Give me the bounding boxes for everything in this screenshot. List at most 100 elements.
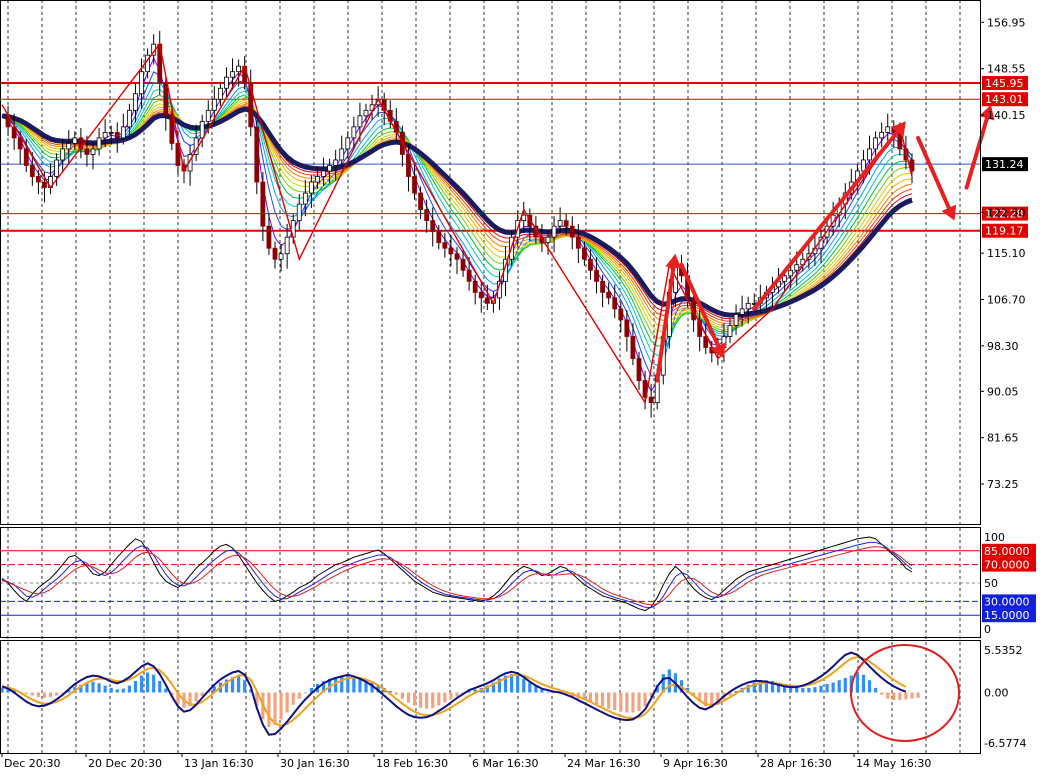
candle-up bbox=[788, 269, 794, 277]
macd-bar-negative bbox=[273, 692, 277, 725]
oscillator-panel: 85.000070.0000 30.000015.0000 bbox=[0, 536, 1036, 623]
candle-up bbox=[357, 115, 363, 128]
candle-down bbox=[466, 269, 472, 282]
candle-down bbox=[412, 176, 417, 194]
candle-up bbox=[139, 71, 144, 95]
candle-down bbox=[163, 82, 169, 117]
macd-bar-negative bbox=[449, 692, 453, 700]
candle-down bbox=[569, 225, 575, 238]
macd-bar-positive bbox=[109, 687, 113, 693]
candle-down bbox=[600, 280, 605, 293]
macd-bar-positive bbox=[97, 683, 101, 693]
macd-bar-negative bbox=[594, 692, 599, 705]
macd-bar-negative bbox=[892, 692, 896, 701]
macd-bar-negative bbox=[279, 692, 283, 720]
chart-canvas: 145.95143.01122.28119.17131.24 85.000070… bbox=[0, 0, 1036, 770]
macd-bar-positive bbox=[843, 677, 847, 693]
price-level-label: 143.01 bbox=[985, 93, 1024, 106]
candle-up bbox=[296, 203, 302, 222]
macd-bar-negative bbox=[419, 692, 423, 708]
panel-frame bbox=[0, 640, 981, 754]
macd-bar-negative bbox=[643, 692, 647, 707]
macd-bar-positive bbox=[121, 688, 125, 693]
candle-down bbox=[42, 181, 47, 188]
macd-bar-negative bbox=[631, 692, 635, 713]
oscillator-level-label: 30.0000 bbox=[984, 595, 1030, 608]
candle-down bbox=[606, 291, 612, 299]
candle-up bbox=[315, 176, 320, 183]
oscillator-tick-label: 100 bbox=[984, 531, 1005, 544]
macd-bar-positive bbox=[103, 685, 107, 693]
candle-down bbox=[618, 308, 624, 321]
candle-down bbox=[424, 209, 430, 222]
macd-bar-positive bbox=[528, 682, 532, 693]
price-level-label: 119.17 bbox=[985, 225, 1024, 238]
macd-tick-label: 0.00 bbox=[984, 686, 1009, 699]
macd-bar-positive bbox=[819, 685, 823, 693]
candle-up bbox=[60, 148, 66, 161]
candle-up bbox=[745, 302, 751, 310]
candle-down bbox=[442, 242, 448, 249]
trading-chart: 145.95 143.01 122.28 119.17 131.24 85.0000 70… bbox=[0, 0, 1040, 774]
macd-line bbox=[1, 651, 907, 736]
candle-up bbox=[54, 159, 59, 177]
macd-bar-negative bbox=[36, 692, 40, 698]
candle-up bbox=[867, 148, 872, 161]
candle-down bbox=[406, 154, 411, 177]
x-tick-label: 9 Apr 16:30 bbox=[663, 757, 728, 770]
macd-bar-positive bbox=[91, 681, 95, 693]
macd-bar-negative bbox=[898, 692, 902, 701]
x-tick-label: 24 Mar 16:30 bbox=[567, 757, 640, 770]
candle-up bbox=[284, 236, 290, 255]
x-tick-label: 28 Apr 16:30 bbox=[760, 757, 832, 770]
macd-tick-label: 5.5352 bbox=[984, 644, 1023, 657]
macd-bar-positive bbox=[867, 680, 872, 693]
axis-labels: 156.95 148.55 140.15 122.50 115.10 106.70 98.3… bbox=[1, 16, 1026, 770]
macd-bar-negative bbox=[437, 692, 441, 706]
candle-down bbox=[169, 115, 175, 144]
macd-bar-negative bbox=[625, 692, 629, 713]
macd-bar-negative bbox=[443, 692, 447, 703]
macd-bar-positive bbox=[837, 680, 841, 693]
macd-bar-negative bbox=[588, 692, 593, 702]
ma-ribbon-line bbox=[1, 82, 913, 367]
candle-up bbox=[794, 264, 800, 271]
candle-up bbox=[733, 313, 739, 326]
candle-up bbox=[351, 126, 357, 139]
y-tick-label: 90.05 bbox=[987, 385, 1019, 398]
oscillator-level-label: 85.0000 bbox=[984, 545, 1030, 558]
candle-down bbox=[23, 148, 29, 166]
macd-bar-negative bbox=[267, 692, 271, 728]
macd-bar-negative bbox=[613, 692, 617, 711]
candle-up bbox=[278, 253, 284, 260]
macd-bar-negative bbox=[30, 692, 34, 696]
macd-bar-positive bbox=[358, 678, 362, 693]
ma-ribbon bbox=[1, 57, 913, 392]
macd-bar-positive bbox=[831, 682, 835, 693]
macd-bar-negative bbox=[431, 692, 435, 708]
macd-bar-negative bbox=[24, 692, 28, 695]
macd-bar-negative bbox=[637, 692, 641, 711]
candle-up bbox=[327, 165, 333, 172]
candle-up bbox=[120, 126, 126, 139]
y-tick-label: 106.70 bbox=[987, 294, 1026, 307]
macd-bar-negative bbox=[886, 692, 890, 699]
candle-up bbox=[333, 159, 339, 166]
macd-bar-negative bbox=[42, 692, 47, 698]
macd-bar-negative bbox=[297, 692, 301, 699]
macd-bar-negative bbox=[425, 692, 429, 709]
candle-down bbox=[454, 253, 460, 260]
x-tick-label: 20 Dec 20:30 bbox=[88, 757, 162, 770]
macd-bar-positive bbox=[801, 687, 805, 693]
candle-up bbox=[321, 170, 326, 177]
macd-bar-positive bbox=[516, 675, 520, 693]
trend-arrow-shaft bbox=[916, 135, 951, 210]
oscillator-line bbox=[1, 536, 913, 612]
macd-bar-negative bbox=[394, 692, 398, 695]
candle-up bbox=[782, 275, 787, 282]
candle-up bbox=[739, 308, 745, 315]
candle-down bbox=[563, 220, 569, 227]
y-tick-label: 140.15 bbox=[987, 109, 1026, 122]
y-tick-label: 148.55 bbox=[987, 63, 1026, 76]
candle-up bbox=[102, 131, 108, 139]
